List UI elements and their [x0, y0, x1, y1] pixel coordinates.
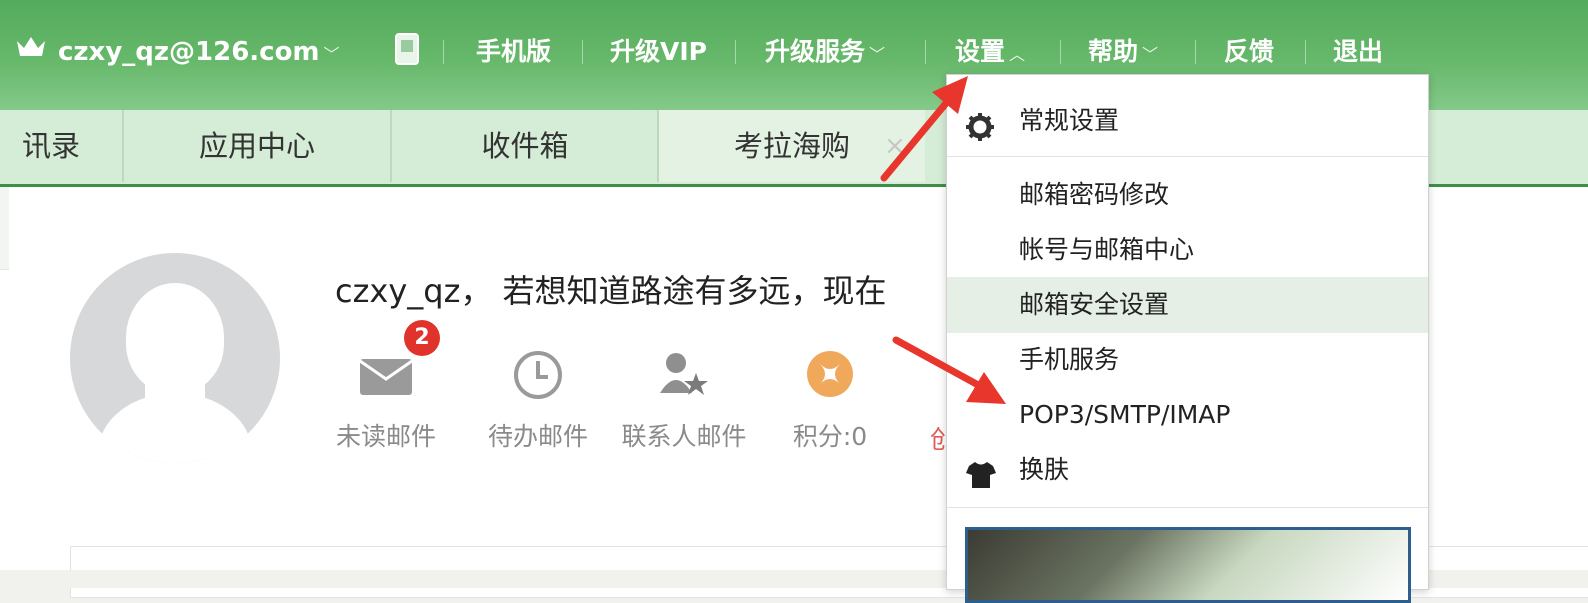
menu-item-security-settings[interactable]: 邮箱安全设置 — [947, 277, 1428, 333]
app-icon[interactable] — [394, 32, 420, 72]
unread-count-badge: 2 — [404, 320, 440, 356]
left-strip — [0, 187, 9, 270]
envelope-icon — [316, 345, 456, 405]
welcome-greeting: czxy_qz， 若想知道路途有多远，现在 — [335, 272, 887, 310]
tab-inbox[interactable]: 收件箱 — [390, 110, 658, 182]
settings-dropdown: 常规设置 邮箱密码修改 帐号与邮箱中心 邮箱安全设置 手机服务 POP3/SMT… — [946, 74, 1429, 603]
menu-item-mobile-service[interactable]: 手机服务 — [947, 332, 1428, 388]
coin-icon — [760, 345, 900, 405]
todo-mail-stat[interactable]: 待办邮件 — [468, 345, 608, 453]
unread-mail-label: 未读邮件 — [335, 422, 436, 451]
menu-item-general-settings[interactable]: 常规设置 — [947, 93, 1428, 149]
help-menu[interactable]: 帮助 ﹀ — [1088, 32, 1158, 72]
menu-item-change-skin[interactable]: 换肤 — [947, 442, 1428, 498]
menu-label-account-center: 帐号与邮箱中心 — [1019, 235, 1195, 264]
gear-icon — [965, 106, 995, 162]
avatar[interactable] — [70, 253, 280, 463]
points-label: 积分:0 — [792, 422, 868, 451]
settings-label: 设置 — [955, 37, 1006, 66]
crown-icon — [14, 32, 48, 72]
points-stat[interactable]: 积分:0 — [760, 345, 900, 453]
chevron-down-icon: ﹀ — [1142, 45, 1159, 64]
upgrade-service-label: 升级服务 — [765, 37, 866, 66]
upgrade-vip-link[interactable]: 升级VIP — [610, 32, 707, 72]
menu-item-account-center[interactable]: 帐号与邮箱中心 — [947, 222, 1428, 278]
upgrade-service-menu[interactable]: 升级服务 ﹀ — [765, 32, 885, 72]
feedback-link[interactable]: 反馈 — [1224, 32, 1274, 72]
tab-close-icon[interactable]: × — [884, 110, 906, 182]
unread-mail-stat[interactable]: 未读邮件 — [316, 345, 456, 453]
help-label: 帮助 — [1088, 37, 1139, 66]
menu-item-pop3-smtp-imap[interactable]: POP3/SMTP/IMAP — [947, 387, 1428, 443]
menu-label-general-settings: 常规设置 — [1019, 106, 1120, 135]
contact-mail-label: 联系人邮件 — [621, 422, 747, 451]
menu-label-pop3-smtp-imap: POP3/SMTP/IMAP — [1019, 400, 1231, 429]
tab-contacts[interactable]: 讯录 — [0, 110, 122, 182]
contact-mail-stat[interactable]: 联系人邮件 — [614, 345, 754, 453]
menu-label-change-password: 邮箱密码修改 — [1019, 180, 1170, 209]
clock-icon — [468, 345, 608, 405]
menu-label-security-settings: 邮箱安全设置 — [1019, 290, 1170, 319]
mobile-version-link[interactable]: 手机版 — [476, 32, 551, 72]
settings-menu[interactable]: 设置 ︿ — [955, 32, 1025, 72]
menu-label-mobile-service: 手机服务 — [1019, 345, 1120, 374]
chevron-down-icon: ﹀ — [869, 45, 886, 64]
skin-preview-thumbnail[interactable] — [965, 527, 1411, 603]
logout-link[interactable]: 退出 — [1333, 32, 1383, 72]
account-email: czxy_qz@126.com — [58, 37, 320, 67]
chevron-up-icon: ︿ — [1009, 45, 1026, 64]
menu-item-change-password[interactable]: 邮箱密码修改 — [947, 167, 1428, 223]
tshirt-icon — [965, 454, 997, 510]
todo-mail-label: 待办邮件 — [487, 422, 588, 451]
account-menu[interactable]: czxy_qz@126.com ﹀ — [58, 32, 340, 72]
menu-label-change-skin: 换肤 — [1019, 455, 1070, 484]
tab-kaola-label: 考拉海购 — [733, 129, 850, 163]
contact-star-icon — [614, 345, 754, 405]
chevron-down-icon: ﹀ — [323, 45, 340, 64]
tab-app-center[interactable]: 应用中心 — [122, 110, 390, 182]
